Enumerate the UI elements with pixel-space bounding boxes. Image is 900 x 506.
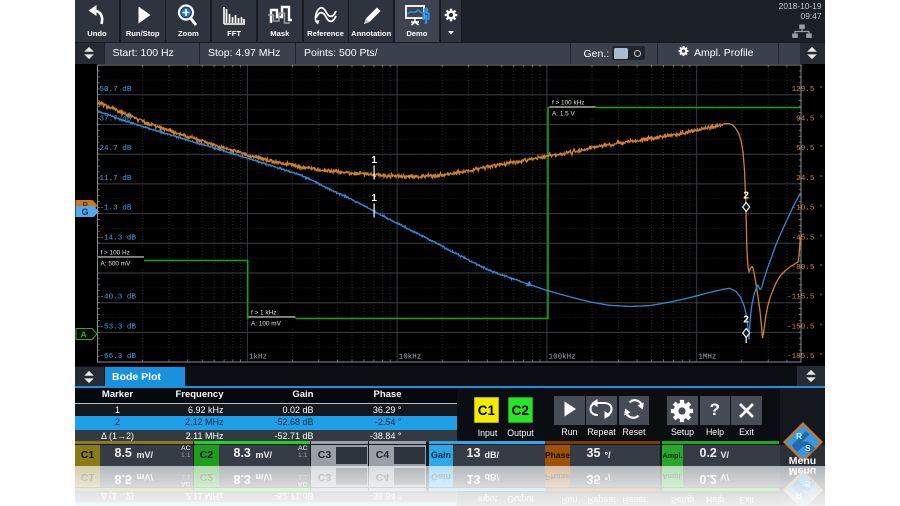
svg-text:2: 2 — [743, 315, 749, 326]
svg-text:1: 1 — [371, 155, 377, 166]
svg-text:-150.5 °: -150.5 ° — [787, 322, 823, 331]
svg-text:S: S — [805, 443, 811, 453]
svg-text:-185.5 °: -185.5 ° — [787, 352, 823, 361]
svg-text:-1.3 dB: -1.3 dB — [99, 205, 131, 213]
svg-text:1: 1 — [371, 193, 377, 204]
svg-text:24.5 °: 24.5 ° — [796, 174, 823, 183]
svg-text:A: 100 mV: A: 100 mV — [251, 321, 282, 328]
svg-text:1kHz: 1kHz — [249, 354, 267, 362]
svg-text:A: 1.5 V: A: 1.5 V — [552, 111, 575, 118]
svg-text:59.5 °: 59.5 ° — [796, 144, 823, 153]
svg-text:-115.5 °: -115.5 ° — [787, 293, 823, 302]
svg-text:-80.5 °: -80.5 ° — [791, 263, 823, 272]
svg-text:94.5 °: 94.5 ° — [796, 115, 823, 124]
svg-text:10kHz: 10kHz — [398, 354, 421, 362]
svg-text:-14.3 dB: -14.3 dB — [99, 234, 136, 242]
svg-text:11.7 dB: 11.7 dB — [99, 175, 131, 183]
svg-text:-53.3 dB: -53.3 dB — [99, 323, 136, 331]
svg-text:-66.3 dB: -66.3 dB — [99, 353, 136, 361]
svg-text:R: R — [796, 431, 802, 441]
svg-text:G: G — [81, 207, 88, 217]
svg-text:f > 100 Hz: f > 100 Hz — [100, 250, 129, 257]
svg-text:-10.5 °: -10.5 ° — [791, 204, 823, 213]
svg-text:129.5 °: 129.5 ° — [791, 85, 823, 94]
svg-text:A: 500 mV: A: 500 mV — [100, 261, 131, 268]
svg-text:A: A — [80, 330, 86, 340]
svg-text:1MHz: 1MHz — [698, 354, 716, 362]
svg-text:24.7 dB: 24.7 dB — [99, 145, 131, 153]
svg-text:37.7 dB: 37.7 dB — [99, 116, 131, 124]
svg-text:50.7 dB: 50.7 dB — [99, 86, 131, 94]
svg-text:f > 1 kHz: f > 1 kHz — [251, 310, 276, 317]
svg-text:-40.3 dB: -40.3 dB — [99, 294, 136, 302]
svg-text:100kHz: 100kHz — [548, 354, 575, 362]
svg-text:2: 2 — [743, 191, 749, 202]
svg-text:-45.5 °: -45.5 ° — [791, 233, 823, 242]
svg-text:f > 100 kHz: f > 100 kHz — [552, 100, 585, 107]
